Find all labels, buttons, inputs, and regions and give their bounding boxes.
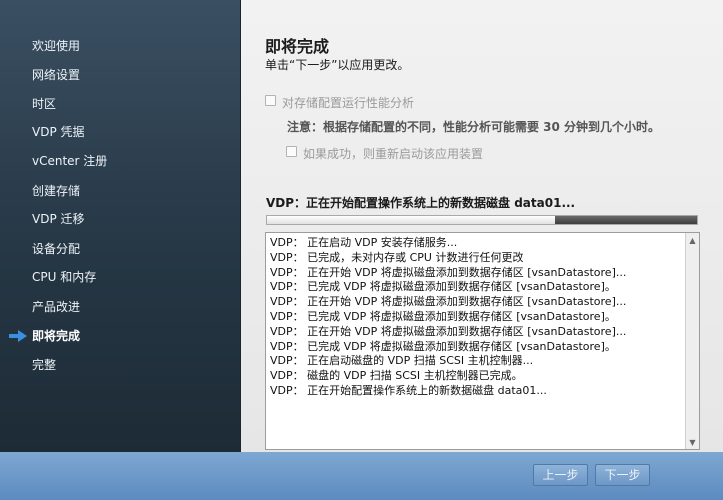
page-subtitle: 单击“下一步”以应用更改。 — [265, 58, 410, 72]
sidebar-item-network: 网络设置 — [32, 68, 81, 82]
progress-status: VDP：正在开始配置操作系统上的新数据磁盘 data01... — [266, 196, 576, 210]
sidebar-nav: 欢迎使用 网络设置 时区 VDP 凭据 vCenter 注册 创建存储 VDP … — [0, 0, 241, 452]
sidebar-item-create-storage: 创建存储 — [32, 184, 81, 198]
triangle-down-icon[interactable]: ▼ — [686, 435, 699, 449]
sidebar-item-credentials: VDP 凭据 — [32, 125, 85, 139]
installer-window: 欢迎使用 网络设置 时区 VDP 凭据 vCenter 注册 创建存储 VDP … — [0, 0, 723, 500]
next-button[interactable]: 下一步 — [595, 464, 650, 486]
sidebar-item-device-allocation: 设备分配 — [32, 242, 81, 256]
perf-note: 注意：根据存储配置的不同，性能分析可能需要 30 分钟到几个小时。 — [287, 120, 661, 134]
right-arrow-icon — [9, 330, 27, 342]
log-line: VDP： 正在启动磁盘的 VDP 扫描 SCSI 主机控制器... — [270, 354, 534, 368]
log-line: VDP： 已完成 VDP 将虚拟磁盘添加到数据存储区 [vsanDatastor… — [270, 339, 616, 353]
sidebar-item-migration: VDP 迁移 — [32, 212, 85, 226]
log-line: VDP： 磁盘的 VDP 扫描 SCSI 主机控制器已完成。 — [270, 369, 523, 383]
page-title: 即将完成 — [265, 37, 330, 56]
log-line: VDP： 正在启动 VDP 安装存储服务... — [270, 236, 458, 249]
sidebar-item-cpu-memory: CPU 和内存 — [32, 270, 97, 284]
log-line: VDP： 正在开始配置操作系统上的新数据磁盘 data01... — [270, 383, 547, 397]
log-line: VDP： 正在开始 VDP 将虚拟磁盘添加到数据存储区 [vsanDatasto… — [270, 265, 627, 279]
progress-remaining — [555, 216, 697, 224]
restart-appliance-checkbox[interactable] — [286, 146, 297, 157]
back-button[interactable]: 上一步 — [533, 464, 588, 486]
sidebar-item-welcome: 欢迎使用 — [32, 39, 81, 53]
sidebar-item-timezone: 时区 — [32, 97, 57, 111]
log-scrollbar[interactable]: ▲ ▼ — [685, 233, 699, 449]
sidebar-item-complete: 完整 — [32, 358, 57, 372]
footer-bar: 上一步 下一步 — [0, 452, 723, 500]
sidebar-item-vcenter: vCenter 注册 — [32, 154, 108, 168]
triangle-up-icon[interactable]: ▲ — [686, 233, 699, 247]
log-line: VDP： 正在开始 VDP 将虚拟磁盘添加到数据存储区 [vsanDatasto… — [270, 324, 627, 338]
log-line: VDP： 已完成 VDP 将虚拟磁盘添加到数据存储区 [vsanDatastor… — [270, 309, 616, 323]
progress-bar — [266, 215, 698, 225]
restart-appliance-label[interactable]: 如果成功，则重新启动该应用装置 — [303, 145, 483, 162]
log-line: VDP： 已完成 VDP 将虚拟磁盘添加到数据存储区 [vsanDatastor… — [270, 280, 616, 294]
log-line: VDP： 已完成，未对内存或 CPU 计数进行任何更改 — [270, 250, 524, 264]
log-line: VDP： 正在开始 VDP 将虚拟磁盘添加到数据存储区 [vsanDatasto… — [270, 295, 627, 309]
perf-analysis-checkbox[interactable] — [265, 95, 276, 106]
log-lines: VDP： 正在启动 VDP 安装存储服务... VDP： 已完成，未对内存或 CP… — [270, 236, 683, 399]
perf-analysis-label[interactable]: 对存储配置运行性能分析 — [282, 94, 414, 111]
main-panel: 即将完成 单击“下一步”以应用更改。 对存储配置运行性能分析 注意：根据存储配置… — [241, 0, 723, 452]
progress-fill — [267, 216, 556, 224]
sidebar-item-product-improvement: 产品改进 — [32, 300, 81, 314]
log-textarea[interactable]: VDP： 正在启动 VDP 安装存储服务... VDP： 已完成，未对内存或 CP… — [265, 232, 700, 450]
sidebar-item-ready-to-complete: 即将完成 — [32, 329, 81, 343]
